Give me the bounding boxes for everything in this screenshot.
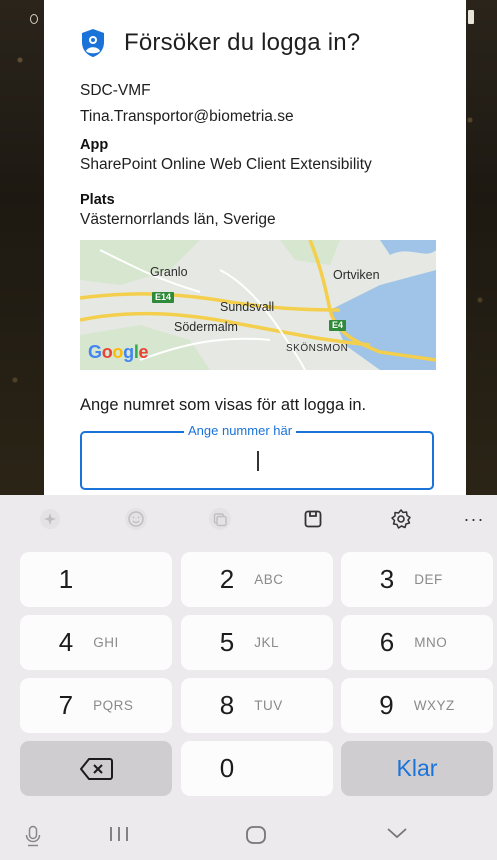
account-email: Tina.Transportor@biometria.se (80, 108, 294, 125)
map-label-sundsvall: Sundsvall (220, 300, 275, 314)
key-digit: 7 (58, 690, 74, 720)
done-key[interactable]: Klar (341, 741, 493, 796)
key-digit: 4 (58, 627, 74, 657)
key-letters: PQRS (93, 698, 134, 713)
location-label: Plats (80, 192, 115, 208)
key-6[interactable]: 6 MNO (341, 615, 493, 670)
backspace-key[interactable] (20, 741, 172, 796)
text-caret (257, 451, 259, 471)
keyboard-toolbar: ··· (0, 495, 497, 542)
key-8[interactable]: 8 TUV (181, 678, 333, 733)
key-letters: ABC (254, 572, 284, 587)
backspace-icon (80, 757, 113, 780)
key-letters: MNO (414, 635, 448, 650)
sparkle-icon[interactable] (34, 503, 66, 535)
key-digit: 6 (379, 627, 395, 657)
key-letters: JKL (254, 635, 279, 650)
microphone-icon[interactable] (24, 825, 42, 847)
clipboard-icon[interactable] (297, 503, 329, 535)
settings-icon[interactable] (385, 503, 417, 535)
road-e4-badge: E4 (329, 320, 347, 331)
recent-apps-icon[interactable] (108, 825, 130, 843)
home-icon[interactable] (245, 825, 267, 845)
authenticator-shield-icon (80, 28, 106, 58)
key-digit: 9 (379, 690, 394, 720)
dialog-title: Försöker du logga in? (124, 29, 361, 56)
key-4[interactable]: 4 GHI (20, 615, 172, 670)
key-digit: 2 (219, 564, 235, 594)
more-icon[interactable]: ··· (458, 503, 490, 535)
number-input-field[interactable]: Ange nummer här (80, 423, 434, 490)
sign-in-approval-dialog: Försöker du logga in? SDC-VMF Tina.Trans… (44, 0, 466, 495)
key-letters: GHI (93, 635, 119, 650)
location-map: Granlo Ortviken Sundsvall Södermalm SKÖN… (80, 240, 436, 370)
key-digit: 5 (219, 627, 235, 657)
key-digit: 0 (219, 753, 235, 783)
key-2[interactable]: 2 ABC (181, 552, 333, 607)
key-7[interactable]: 7 PQRS (20, 678, 172, 733)
road-e14-badge: E14 (152, 292, 175, 303)
key-1[interactable]: 1 (20, 552, 172, 607)
key-5[interactable]: 5 JKL (181, 615, 333, 670)
key-0[interactable]: 0 (181, 741, 333, 796)
navigation-bar (0, 813, 497, 860)
status-dot-icon (30, 14, 38, 24)
map-label-granlo: Granlo (150, 265, 188, 279)
key-3[interactable]: 3 DEF (341, 552, 493, 607)
key-9[interactable]: 9 WXYZ (341, 678, 493, 733)
emoji-icon[interactable] (120, 503, 152, 535)
map-label-ortviken: Ortviken (333, 268, 380, 282)
number-input-label: Ange nummer här (184, 423, 297, 438)
google-logo: Google (88, 342, 149, 362)
key-letters: WXYZ (413, 698, 455, 713)
key-digit: 3 (379, 564, 395, 594)
app-label: App (80, 137, 109, 153)
dialog-header: Försöker du logga in? (80, 28, 360, 58)
organization-name: SDC-VMF (80, 82, 151, 99)
map-label-sodermalm: Södermalm (174, 320, 238, 334)
battery-icon (468, 10, 474, 24)
key-letters: DEF (414, 572, 443, 587)
key-digit: 8 (219, 690, 235, 720)
app-value: SharePoint Online Web Client Extensibili… (80, 156, 372, 173)
location-value: Västernorrlands län, Sverige (80, 211, 276, 228)
key-digit: 1 (58, 564, 74, 594)
hide-keyboard-chevron-down-icon[interactable] (385, 825, 409, 841)
number-prompt: Ange numret som visas för att logga in. (80, 396, 367, 414)
sticker-icon[interactable] (204, 503, 236, 535)
numeric-keyboard: ··· 1 2 ABC 3 DEF 4 GHI 5 JKL 6 MNO 7 PQ… (0, 495, 497, 860)
key-letters: TUV (254, 698, 283, 713)
map-label-skonsmon: SKÖNSMON (286, 343, 349, 354)
